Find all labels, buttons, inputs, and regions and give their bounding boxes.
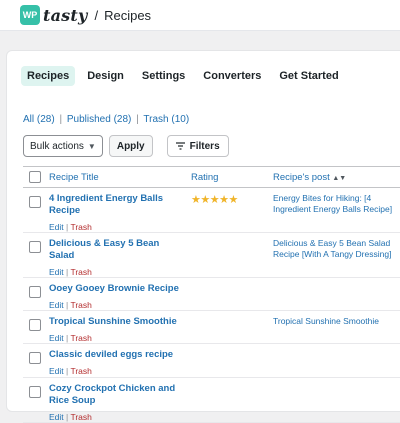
wp-tasty-logo[interactable]: WP tasty / Recipes — [20, 5, 151, 25]
filters-button[interactable]: Filters — [166, 135, 229, 157]
row-actions: Edit | Trash — [49, 267, 179, 277]
top-bar: WP tasty / Recipes — [0, 0, 400, 31]
recipe-title-link[interactable]: Classic deviled eggs recipe — [49, 349, 179, 361]
view-separator: | — [136, 114, 139, 125]
select-all-checkbox[interactable] — [29, 171, 41, 183]
row-checkbox[interactable] — [29, 386, 41, 398]
view-published-link[interactable]: Published (28) — [67, 114, 132, 125]
tab-converters[interactable]: Converters — [197, 66, 267, 86]
row-actions-separator: | — [66, 222, 69, 232]
recipe-post-link[interactable]: Tropical Sunshine Smoothie — [273, 316, 400, 327]
filters-label: Filters — [189, 140, 220, 152]
edit-link[interactable]: Edit — [49, 300, 64, 310]
recipe-title-link[interactable]: Delicious & Easy 5 Bean Salad — [49, 238, 179, 262]
edit-link[interactable]: Edit — [49, 366, 64, 376]
edit-link[interactable]: Edit — [49, 222, 64, 232]
row-actions: Edit | Trash — [49, 333, 179, 343]
bulk-actions-bar: Bulk actions ▼ Apply Filters — [23, 135, 229, 157]
recipes-panel: Recipes Design Settings Converters Get S… — [6, 50, 400, 423]
table-row: Cozy Crockpot Chicken and Rice Soup Edit… — [23, 377, 400, 423]
recipe-post-link[interactable]: Delicious & Easy 5 Bean Salad Recipe [Wi… — [273, 238, 400, 260]
view-separator: | — [59, 114, 63, 125]
table-row: 4 Ingredient Energy Balls Recipe Edit | … — [23, 187, 400, 233]
row-checkbox[interactable] — [29, 241, 41, 253]
filter-icon — [175, 142, 185, 150]
tab-get-started[interactable]: Get Started — [273, 66, 344, 86]
table-row: Ooey Gooey Brownie Recipe Edit | Trash — [23, 277, 400, 311]
tab-settings[interactable]: Settings — [136, 66, 191, 86]
chevron-down-icon: ▼ — [87, 141, 96, 151]
row-actions: Edit | Trash — [49, 366, 179, 376]
row-checkbox[interactable] — [29, 319, 41, 331]
apply-button[interactable]: Apply — [108, 135, 153, 157]
row-actions-separator: | — [66, 366, 69, 376]
logo-badge: WP — [20, 5, 40, 25]
recipes-table: Recipe Title Rating Recipe's post ▲▼ 4 I… — [23, 166, 400, 423]
table-header-row: Recipe Title Rating Recipe's post ▲▼ — [23, 166, 400, 188]
trash-link[interactable]: Trash — [70, 366, 91, 376]
main-tabs: Recipes Design Settings Converters Get S… — [21, 66, 345, 86]
row-actions-separator: | — [66, 267, 69, 277]
edit-link[interactable]: Edit — [49, 333, 64, 343]
row-actions: Edit | Trash — [49, 300, 179, 310]
tab-label: Converters — [203, 70, 262, 82]
recipe-title-link[interactable]: 4 Ingredient Energy Balls Recipe — [49, 193, 179, 217]
bulk-actions-select[interactable]: Bulk actions ▼ — [23, 135, 103, 157]
rating-stars: ★★★★★ — [191, 194, 238, 206]
row-checkbox[interactable] — [29, 286, 41, 298]
recipe-title-link[interactable]: Cozy Crockpot Chicken and Rice Soup — [49, 383, 179, 407]
table-row: Tropical Sunshine Smoothie Edit | Trash … — [23, 310, 400, 344]
row-checkbox[interactable] — [29, 196, 41, 208]
logo-wordmark: tasty — [43, 5, 88, 25]
view-trash-link[interactable]: Trash (10) — [143, 114, 189, 125]
table-row: Delicious & Easy 5 Bean Salad Edit | Tra… — [23, 232, 400, 278]
breadcrumb-current-page: Recipes — [104, 7, 152, 23]
row-actions-separator: | — [66, 333, 69, 343]
row-actions-separator: | — [66, 412, 69, 422]
column-label: Recipe's post — [273, 171, 330, 183]
column-recipes-post[interactable]: Recipe's post ▲▼ — [267, 166, 400, 188]
tab-design[interactable]: Design — [81, 66, 130, 86]
trash-link[interactable]: Trash — [70, 267, 91, 277]
recipe-title-link[interactable]: Tropical Sunshine Smoothie — [49, 316, 179, 328]
tab-label: Get Started — [279, 70, 339, 82]
trash-link[interactable]: Trash — [70, 300, 91, 310]
row-checkbox[interactable] — [29, 352, 41, 364]
edit-link[interactable]: Edit — [49, 412, 64, 422]
column-rating[interactable]: Rating — [185, 166, 267, 188]
tab-label: Settings — [141, 70, 186, 82]
bulk-actions-label: Bulk actions — [30, 140, 84, 152]
trash-link[interactable]: Trash — [70, 333, 91, 343]
row-actions: Edit | Trash — [49, 222, 179, 232]
tab-label: Recipes — [27, 70, 70, 82]
edit-link[interactable]: Edit — [49, 267, 64, 277]
tab-recipes[interactable]: Recipes — [21, 66, 76, 86]
row-actions: Edit | Trash — [49, 412, 179, 422]
breadcrumb-separator: / — [94, 7, 99, 23]
column-recipe-title[interactable]: Recipe Title — [43, 166, 185, 188]
recipe-title-link[interactable]: Ooey Gooey Brownie Recipe — [49, 283, 179, 295]
status-views: All (28) | Published (28) | Trash (10) — [23, 114, 189, 125]
trash-link[interactable]: Trash — [70, 412, 91, 422]
trash-link[interactable]: Trash — [70, 222, 91, 232]
view-all-link[interactable]: All (28) — [23, 114, 55, 125]
table-row: Classic deviled eggs recipe Edit | Trash — [23, 343, 400, 378]
sort-icon: ▲▼ — [332, 174, 347, 182]
recipe-post-link[interactable]: Energy Bites for Hiking: [4 Ingredient E… — [273, 193, 400, 215]
row-actions-separator: | — [66, 300, 69, 310]
tab-label: Design — [87, 70, 124, 82]
